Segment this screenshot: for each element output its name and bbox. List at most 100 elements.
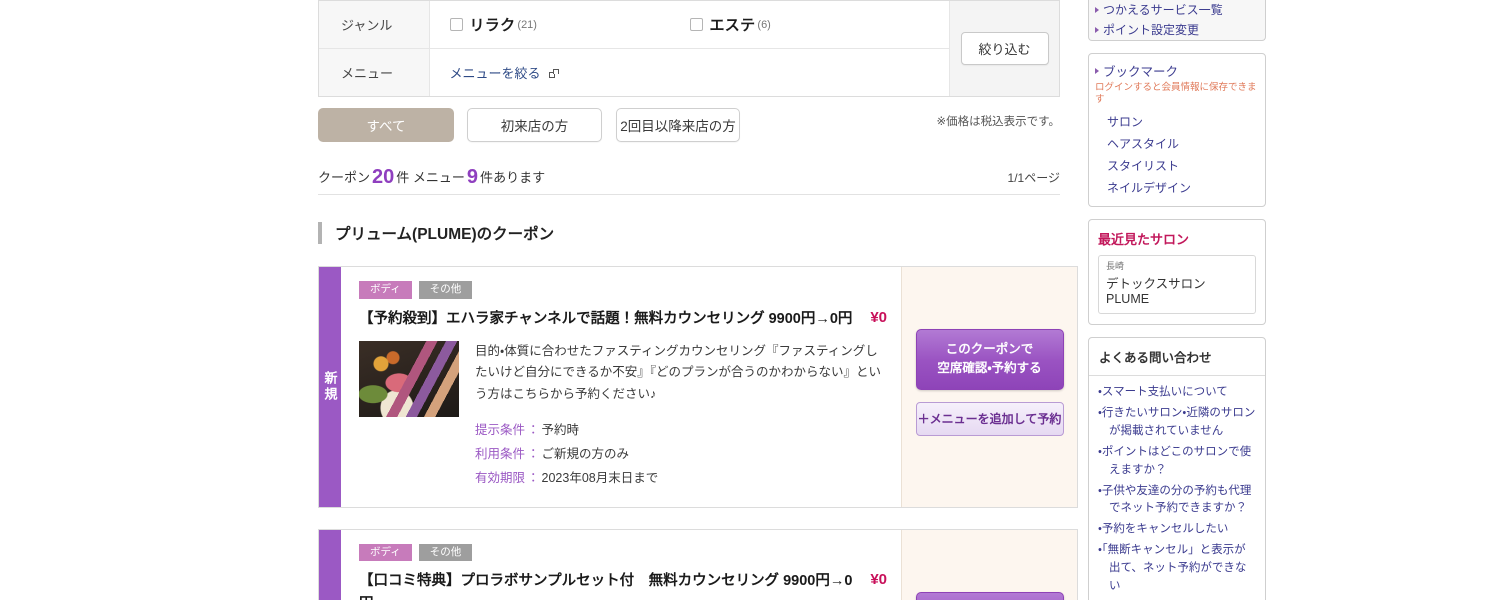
bookmark-box: ブックマーク ログインすると会員情報に保存できます サロン ヘアスタイル スタイ…	[1088, 53, 1266, 207]
faq-box: よくある問い合わせ スマート支払いについて 行きたいサロン・近隣のサロンが掲載さ…	[1088, 337, 1266, 600]
right-sidebar: つかえるサービス一覧 ポイント設定変更 ブックマーク ログインすると会員情報に保…	[1088, 0, 1266, 600]
triangle-right-icon	[1095, 7, 1099, 13]
salon-name: デトックスサロン PLUME	[1106, 273, 1248, 306]
result-count-text: クーポン20件 メニュー9件あります	[318, 166, 1060, 189]
coupon-body: ボディ その他 【口コミ特典】プロラボサンプルセット付 無料カウンセリング 99…	[341, 530, 901, 600]
visit-type-tabs: すべて 初来店の方 2回目以降来店の方 ※価格は税込表示です。	[318, 108, 1060, 144]
reserve-button-line1: このクーポンで	[946, 342, 1034, 356]
faq-item-salon-not-listed[interactable]: 行きたいサロン・近隣のサロンが掲載されていません	[1098, 405, 1256, 441]
recently-viewed-box: 最近見たサロン 長崎 デトックスサロン PLUME	[1088, 219, 1266, 326]
sidebar-item-bookmark-hairstyle[interactable]: ヘアスタイル	[1089, 133, 1265, 155]
condition-value: 2023年08月末日まで	[542, 471, 659, 485]
tab-repeat-visit[interactable]: 2回目以降来店の方	[616, 108, 740, 142]
coupon-badges: ボディ その他	[359, 281, 901, 299]
coupon-title[interactable]: 【予約殺到】エハラ家チャンネルで話題！無料カウンセリング 9900円→0円	[359, 308, 856, 330]
count-unit-1: 件	[396, 170, 409, 185]
add-menu-reserve-button[interactable]: ＋メニューを追加して予約	[916, 402, 1064, 436]
recently-viewed-salon-card[interactable]: 長崎 デトックスサロン PLUME	[1098, 255, 1256, 315]
condition-label: 有効期限	[475, 471, 525, 485]
genre-checkbox-esute[interactable]: エステ (6)	[690, 14, 771, 35]
filter-row-label-genre: ジャンル	[319, 1, 429, 49]
result-count-row: クーポン20件 メニュー9件あります 1/1ページ	[318, 166, 1060, 195]
coupon-conditions: 提示条件：予約時 利用条件：ご新規の方のみ 有効期限：2023年08月末日まで	[475, 419, 887, 490]
narrow-search-button[interactable]: 絞り込む	[961, 32, 1049, 65]
faq-item-no-show-warning[interactable]: 「無断キャンセル」と表示が出て、ネット予約ができない	[1098, 542, 1256, 595]
badge-subcategory: その他	[419, 281, 473, 299]
tab-first-visit[interactable]: 初来店の方	[467, 108, 602, 142]
tab-all[interactable]: すべて	[318, 108, 454, 142]
faq-list: スマート支払いについて 行きたいサロン・近隣のサロンが掲載されていません ポイン…	[1089, 376, 1265, 600]
coupon-title[interactable]: 【口コミ特典】プロラボサンプルセット付 無料カウンセリング 9900円→0円	[359, 570, 856, 600]
faq-item-smart-payment[interactable]: スマート支払いについて	[1098, 384, 1256, 402]
page-title: プリューム(PLUME)のクーポン	[335, 222, 554, 244]
badge-category: ボディ	[359, 281, 412, 299]
bookmark-login-note: ログインすると会員情報に保存できます	[1089, 82, 1265, 111]
checkbox-icon[interactable]	[690, 18, 703, 31]
sidebar-item-point-settings[interactable]: ポイント設定変更	[1089, 20, 1265, 40]
genre-label: リラク	[470, 14, 516, 35]
menu-filter-link[interactable]: メニューを絞る	[450, 66, 561, 81]
coupon-price: ¥0	[870, 570, 887, 588]
count-suffix: あります	[493, 170, 545, 185]
genre-count: (6)	[757, 19, 770, 31]
genre-label: エステ	[710, 14, 756, 35]
genre-count: (21)	[517, 19, 537, 31]
external-window-icon	[549, 69, 560, 79]
filter-row-label-menu: メニュー	[319, 49, 429, 97]
new-customer-strip: 新規	[319, 267, 341, 507]
main-content-column: ジャンル リラク (21) エステ (6)	[318, 0, 1078, 600]
sidebar-item-bookmark-stylist[interactable]: スタイリスト	[1089, 155, 1265, 177]
coupon-action-column: このクーポンで 空席確認・予約する	[901, 530, 1077, 600]
recently-viewed-heading: 最近見たサロン	[1089, 220, 1265, 255]
sidebar-item-label: ポイント設定変更	[1103, 21, 1199, 39]
coupon-section-heading: プリューム(PLUME)のクーポン	[318, 221, 1078, 245]
narrow-button-cell: 絞り込む	[949, 1, 1059, 96]
faq-item-proxy-booking[interactable]: 子供や友達の分の予約も代理でネット予約できますか？	[1098, 483, 1256, 519]
salon-area-label: 長崎	[1106, 261, 1248, 272]
coupon-card[interactable]: 新規 ボディ その他 【口コミ特典】プロラボサンプルセット付 無料カウンセリング…	[318, 529, 1078, 600]
faq-item-point-usage[interactable]: ポイントはどこのサロンで使えますか？	[1098, 444, 1256, 480]
coupon-thumbnail-image[interactable]	[359, 341, 459, 417]
faq-heading: よくある問い合わせ	[1089, 338, 1265, 376]
condition-row: 利用条件：ご新規の方のみ	[475, 443, 887, 467]
menu-filter-link-label: メニューを絞る	[450, 66, 541, 81]
condition-value: 予約時	[542, 423, 580, 437]
reserve-with-coupon-button[interactable]: このクーポンで 空席確認・予約する	[916, 592, 1064, 600]
coupon-price: ¥0	[870, 308, 887, 326]
condition-label: 提示条件	[475, 423, 525, 437]
faq-item-cancel-reservation[interactable]: 予約をキャンセルしたい	[1098, 521, 1256, 539]
filter-panel: ジャンル リラク (21) エステ (6)	[318, 0, 1060, 97]
page-root: ジャンル リラク (21) エステ (6)	[0, 0, 1500, 600]
coupon-title-line: 【口コミ特典】プロラボサンプルセット付 無料カウンセリング 9900円→0円 ¥…	[359, 570, 901, 600]
triangle-right-icon	[1095, 27, 1099, 33]
tax-note: ※価格は税込表示です。	[937, 113, 1061, 129]
new-customer-strip: 新規	[319, 530, 341, 600]
coupon-description: 目的・体質に合わせたファスティングカウンセリング『ファスティングしたいけど自分に…	[475, 341, 887, 406]
page-indicator: 1/1ページ	[1008, 169, 1060, 186]
coupon-badges: ボディ その他	[359, 544, 901, 562]
filter-table: ジャンル リラク (21) エステ (6)	[319, 1, 1059, 96]
reserve-button-line2: 空席確認・予約する	[937, 361, 1041, 375]
condition-label: 利用条件	[475, 447, 525, 461]
condition-row: 提示条件：予約時	[475, 419, 887, 443]
coupon-main: 目的・体質に合わせたファスティングカウンセリング『ファスティングしたいけど自分に…	[359, 341, 901, 491]
checkbox-icon[interactable]	[450, 18, 463, 31]
menu-count: 9	[467, 166, 478, 188]
coupon-body: ボディ その他 【予約殺到】エハラ家チャンネルで話題！無料カウンセリング 990…	[341, 267, 901, 507]
reserve-with-coupon-button[interactable]: このクーポンで 空席確認・予約する	[916, 329, 1064, 390]
sidebar-item-bookmark-salon[interactable]: サロン	[1089, 111, 1265, 133]
filter-row-genre: ジャンル リラク (21) エステ (6)	[319, 1, 1059, 49]
coupon-count: 20	[372, 166, 394, 188]
badge-category: ボディ	[359, 544, 412, 562]
coupon-card[interactable]: 新規 ボディ その他 【予約殺到】エハラ家チャンネルで話題！無料カウンセリング …	[318, 266, 1078, 508]
bookmark-heading[interactable]: ブックマーク	[1089, 54, 1265, 82]
badge-subcategory: その他	[419, 544, 473, 562]
sidebar-item-label: つかえるサービス一覧	[1103, 1, 1223, 19]
sidebar-item-service-list[interactable]: つかえるサービス一覧	[1089, 0, 1265, 20]
service-links-box: つかえるサービス一覧 ポイント設定変更	[1088, 0, 1266, 41]
genre-checkbox-riraku[interactable]: リラク (21)	[450, 14, 690, 35]
sidebar-item-bookmark-naildesign[interactable]: ネイルデザイン	[1089, 177, 1265, 199]
count-prefix: クーポン	[318, 170, 370, 185]
section-accent-bar	[318, 222, 322, 244]
triangle-right-icon	[1095, 68, 1099, 74]
